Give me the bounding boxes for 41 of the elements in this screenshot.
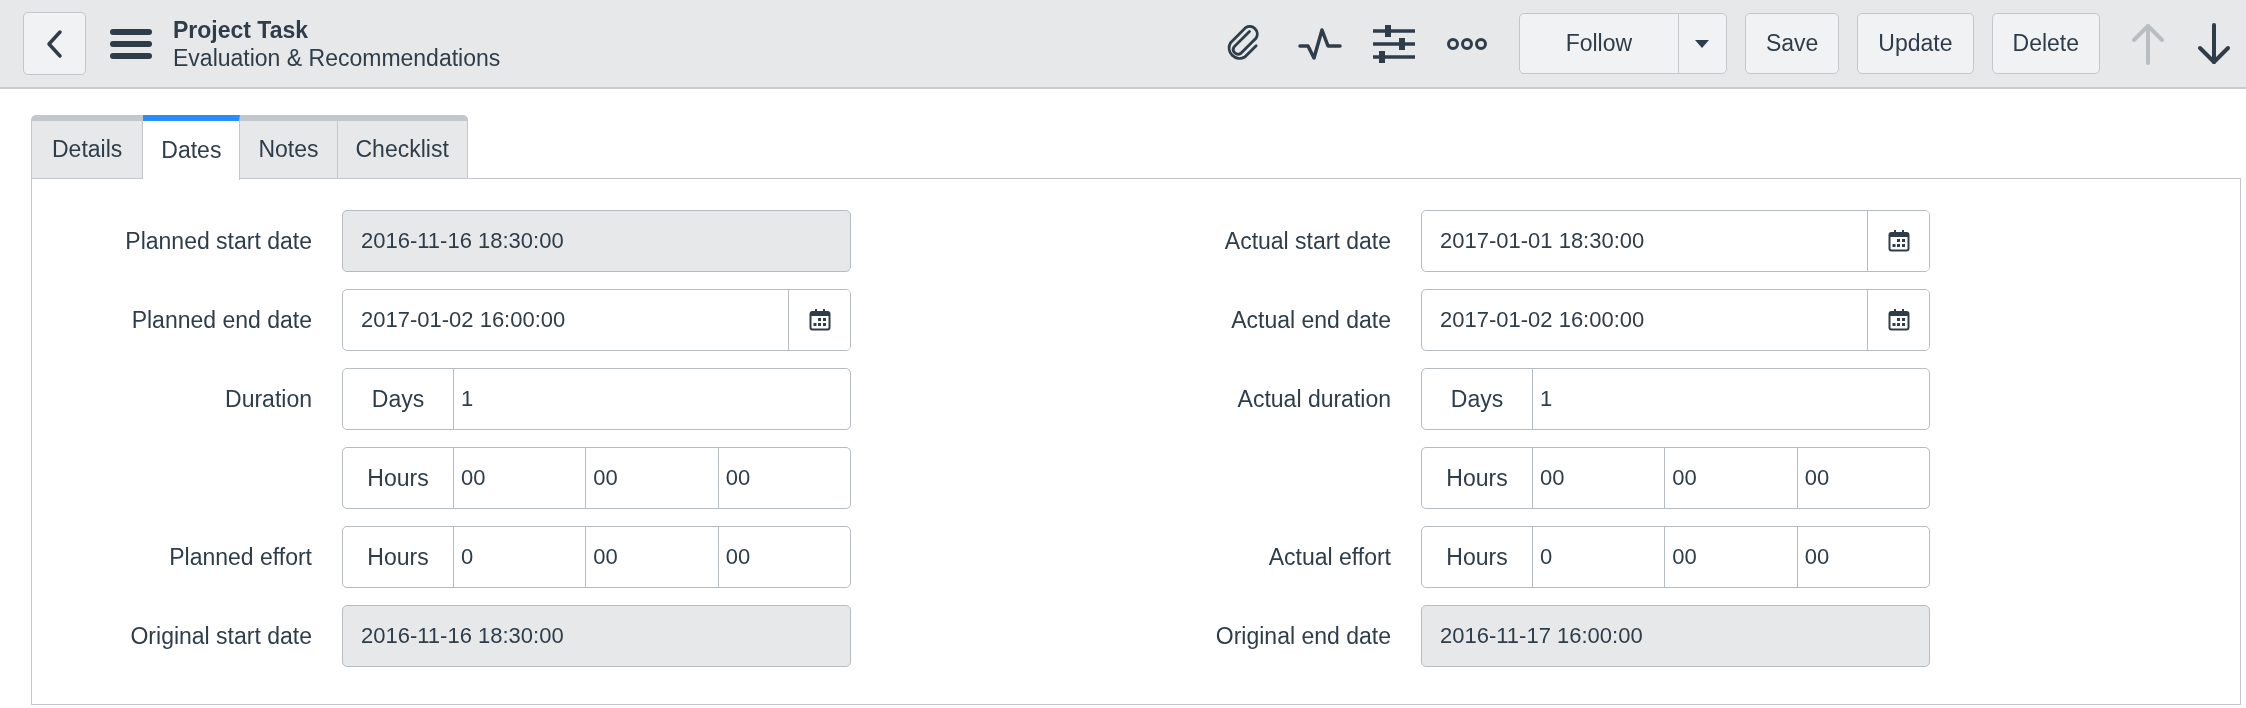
date-field[interactable]: 2017-01-01 18:30:00 bbox=[1421, 210, 1930, 272]
field-label: Planned start date bbox=[125, 227, 312, 255]
caret-icon bbox=[1694, 38, 1711, 49]
sliders-icon[interactable] bbox=[1372, 22, 1415, 65]
field-label: Actual end date bbox=[1231, 306, 1391, 334]
action-button[interactable]: Save bbox=[1744, 13, 1840, 74]
date-field[interactable]: 2017-01-02 16:00:00 bbox=[1421, 289, 1930, 351]
tab[interactable]: Dates bbox=[143, 115, 241, 180]
calendar-icon bbox=[1887, 230, 1910, 252]
tab[interactable]: Checklist bbox=[337, 115, 468, 178]
action-button[interactable]: Delete bbox=[1991, 13, 2100, 74]
action-button[interactable]: Update bbox=[1857, 13, 1974, 74]
tab[interactable]: Notes bbox=[240, 115, 338, 178]
calendar-button[interactable] bbox=[788, 290, 850, 350]
readonly-date-field: 2016-11-16 18:30:00 bbox=[342, 210, 851, 272]
field-label: Planned end date bbox=[131, 306, 312, 334]
field-label: Planned effort bbox=[169, 543, 312, 571]
date-value: 2017-01-02 16:00:00 bbox=[360, 307, 567, 333]
field-label: Duration bbox=[225, 385, 312, 413]
record-type-title: Project Task bbox=[173, 15, 310, 44]
follow-button[interactable]: Follow bbox=[1518, 13, 1679, 74]
readonly-date-field: 2016-11-16 18:30:00 bbox=[342, 605, 851, 667]
menu-icon[interactable] bbox=[110, 28, 152, 59]
record-title: Evaluation & Recommendations bbox=[173, 43, 501, 72]
field-label: Original start date bbox=[130, 622, 312, 650]
date-value: 2017-01-02 16:00:00 bbox=[1439, 307, 1646, 333]
date-value: 2017-01-01 18:30:00 bbox=[1439, 228, 1646, 254]
more-icon[interactable] bbox=[1445, 36, 1488, 51]
calendar-button[interactable] bbox=[1867, 290, 1929, 350]
field-label: Actual duration bbox=[1237, 385, 1391, 413]
readonly-date-field: 2016-11-17 16:00:00 bbox=[1421, 605, 1930, 667]
field-label: Original end date bbox=[1215, 622, 1391, 650]
field-label: Actual start date bbox=[1224, 227, 1391, 255]
back-button[interactable] bbox=[23, 12, 86, 75]
date-field[interactable]: 2017-01-02 16:00:00 bbox=[342, 289, 851, 351]
calendar-button[interactable] bbox=[1867, 211, 1929, 271]
tab[interactable]: Details bbox=[31, 115, 144, 178]
calendar-icon bbox=[808, 309, 831, 331]
calendar-icon bbox=[1887, 309, 1910, 331]
back-chevron-icon bbox=[44, 28, 65, 59]
field-label: Actual effort bbox=[1268, 543, 1391, 571]
